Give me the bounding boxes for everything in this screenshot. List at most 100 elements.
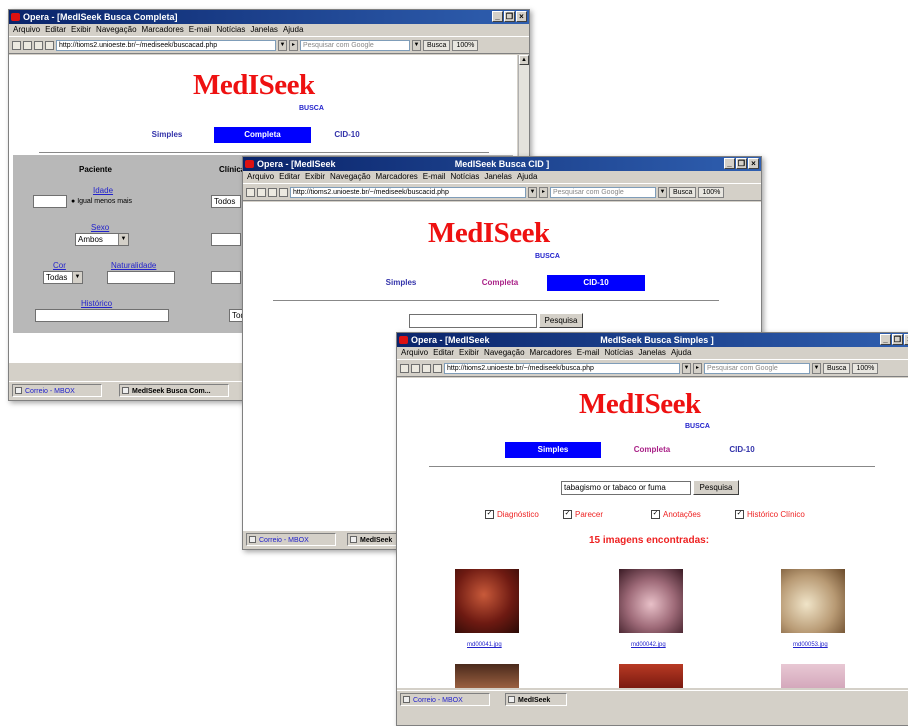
menu-item-editar[interactable]: Editar	[45, 24, 66, 36]
menu-item-noticias[interactable]: Notícias	[604, 347, 633, 359]
menu-item-janelas[interactable]: Janelas	[250, 24, 278, 36]
busca-button[interactable]: Busca	[423, 39, 451, 51]
zoom-select[interactable]: 100%	[452, 39, 479, 51]
tab-completa[interactable]: Completa	[617, 442, 687, 458]
result-image-2[interactable]	[619, 569, 683, 633]
menu-item-noticias[interactable]: Notícias	[450, 171, 479, 183]
address-bar[interactable]: http://tioms2.unioeste.br/~/mediseek/bus…	[56, 39, 276, 51]
historico-input[interactable]	[35, 309, 169, 322]
menu-item-ajuda[interactable]: Ajuda	[517, 171, 537, 183]
menu-item-editar[interactable]: Editar	[433, 347, 454, 359]
menu-item-email[interactable]: E-mail	[423, 171, 446, 183]
print-icon[interactable]	[433, 363, 442, 373]
busca-button[interactable]: Busca	[823, 362, 851, 374]
address-dropdown-button[interactable]: ▼	[682, 362, 691, 374]
clinica-field-3[interactable]	[211, 271, 241, 284]
menu-item-ajuda[interactable]: Ajuda	[671, 347, 691, 359]
google-search-input[interactable]: Pesquisar com Google	[704, 362, 810, 374]
page-icon[interactable]	[400, 363, 409, 373]
menu-item-janelas[interactable]: Janelas	[484, 171, 512, 183]
restore-button[interactable]: ❐	[736, 158, 747, 169]
menu-item-arquivo[interactable]: Arquivo	[247, 171, 274, 183]
checkbox-historico-clinico[interactable]: ✓ Histórico Clínico	[735, 510, 805, 520]
search-engine-dropdown[interactable]: ▼	[412, 39, 421, 51]
naturalidade-input[interactable]	[107, 271, 175, 284]
google-search-input[interactable]: Pesquisar com Google	[550, 186, 656, 198]
cor-label[interactable]: Cor	[53, 261, 66, 270]
clinica-select[interactable]: Todos	[211, 195, 241, 208]
menu-item-exibir[interactable]: Exibir	[305, 171, 325, 183]
tab-completa[interactable]: Completa	[214, 127, 311, 143]
mail-status[interactable]: Correio - MBOX	[400, 693, 490, 706]
tab-simples[interactable]: Simples	[505, 442, 601, 458]
menu-item-arquivo[interactable]: Arquivo	[401, 347, 428, 359]
address-dropdown-button[interactable]: ▼	[278, 39, 287, 51]
idade-input[interactable]	[33, 195, 67, 208]
page-tab[interactable]: MedISeek Busca Com...	[119, 384, 229, 397]
result-caption-3[interactable]: md00053.jpg	[793, 642, 828, 648]
checkbox-anotacoes[interactable]: ✓ Anotações	[651, 510, 701, 520]
mail-status[interactable]: Correio - MBOX	[12, 384, 102, 397]
zoom-select[interactable]: 100%	[698, 186, 725, 198]
go-button[interactable]: ▸	[289, 39, 298, 51]
go-button[interactable]: ▸	[693, 362, 702, 374]
result-image-1[interactable]	[455, 569, 519, 633]
tab-cid[interactable]: CID-10	[717, 442, 767, 458]
cor-select[interactable]: Todas ▼	[43, 271, 83, 284]
google-search-input[interactable]: Pesquisar com Google	[300, 39, 410, 51]
page-icon[interactable]	[246, 187, 255, 197]
restore-button[interactable]: ❐	[892, 334, 903, 345]
title-bar[interactable]: Opera - [MedISeek MedISeek Busca CID ] _…	[243, 157, 761, 171]
naturalidade-label[interactable]: Naturalidade	[111, 261, 156, 270]
tab-cid[interactable]: CID-10	[547, 275, 645, 291]
result-caption-1[interactable]: md00041.jpg	[467, 642, 502, 648]
result-image-3[interactable]	[781, 569, 845, 633]
pesquisa-button[interactable]: Pesquisa	[693, 480, 739, 495]
menu-item-janelas[interactable]: Janelas	[638, 347, 666, 359]
menu-item-noticias[interactable]: Notícias	[216, 24, 245, 36]
zoom-select[interactable]: 100%	[852, 362, 879, 374]
print-icon[interactable]	[279, 187, 288, 197]
busca-button[interactable]: Busca	[669, 186, 697, 198]
tab-simples[interactable]: Simples	[137, 127, 197, 143]
menu-item-ajuda[interactable]: Ajuda	[283, 24, 303, 36]
menu-item-navegacao[interactable]: Navegação	[484, 347, 524, 359]
pesquisa-button[interactable]: Pesquisa	[539, 313, 583, 328]
sexo-select[interactable]: Ambos ▼	[75, 233, 129, 246]
menu-item-email[interactable]: E-mail	[189, 24, 212, 36]
tab-simples[interactable]: Simples	[371, 275, 431, 291]
page-tab[interactable]: MedISeek	[505, 693, 567, 706]
menu-item-marcadores[interactable]: Marcadores	[376, 171, 418, 183]
result-caption-2[interactable]: md00042.jpg	[631, 642, 666, 648]
menu-item-marcadores[interactable]: Marcadores	[142, 24, 184, 36]
clinica-select-2[interactable]: Tod	[229, 309, 243, 322]
search-engine-dropdown[interactable]: ▼	[658, 186, 667, 198]
new-page-icon[interactable]	[268, 187, 277, 197]
print-icon[interactable]	[45, 40, 54, 50]
idade-radio-group[interactable]: ● Igual menos mais	[71, 198, 132, 205]
title-bar[interactable]: Opera - [MedISeek MedISeek Busca Simples…	[397, 333, 908, 347]
menu-item-exibir[interactable]: Exibir	[459, 347, 479, 359]
historico-label[interactable]: Histórico	[81, 299, 112, 308]
search-engine-dropdown[interactable]: ▼	[812, 362, 821, 374]
new-page-icon[interactable]	[34, 40, 43, 50]
checkbox-diagnostico[interactable]: ✓ Diagnóstico	[485, 510, 539, 520]
tab-completa[interactable]: Completa	[465, 275, 535, 291]
scroll-up-icon[interactable]: ▲	[519, 55, 529, 65]
result-image-5[interactable]	[619, 664, 683, 688]
result-image-4[interactable]	[455, 664, 519, 688]
result-image-6[interactable]	[781, 664, 845, 688]
menu-item-arquivo[interactable]: Arquivo	[13, 24, 40, 36]
title-bar[interactable]: Opera - [MedISeek Busca Completa] _ ❐ ×	[9, 10, 529, 24]
go-button[interactable]: ▸	[539, 186, 548, 198]
new-page-icon[interactable]	[422, 363, 431, 373]
sexo-label[interactable]: Sexo	[91, 223, 109, 232]
restore-button[interactable]: ❐	[504, 11, 515, 22]
tab-cid[interactable]: CID-10	[327, 127, 367, 143]
copy-icon[interactable]	[257, 187, 266, 197]
menu-item-editar[interactable]: Editar	[279, 171, 300, 183]
address-dropdown-button[interactable]: ▼	[528, 186, 537, 198]
simples-search-input[interactable]: tabagismo or tabaco or fuma	[561, 481, 691, 495]
page-icon[interactable]	[12, 40, 21, 50]
mail-status[interactable]: Correio - MBOX	[246, 533, 336, 546]
